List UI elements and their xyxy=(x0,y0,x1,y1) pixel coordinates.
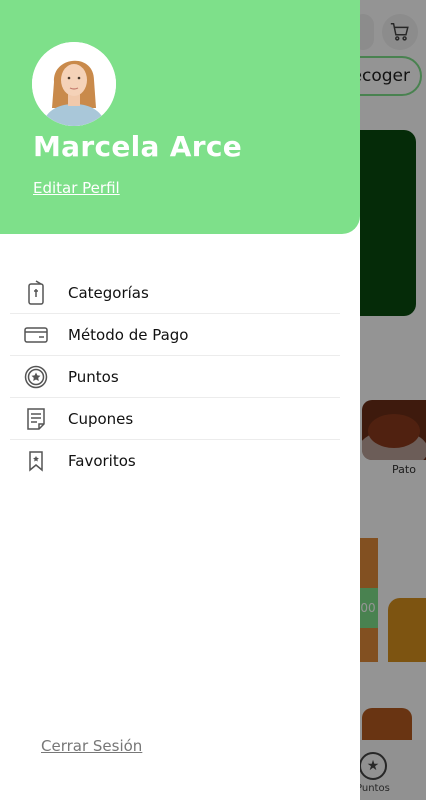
user-photo xyxy=(32,42,116,126)
menu-item-puntos[interactable]: Puntos xyxy=(10,356,340,398)
edit-profile-link[interactable]: Editar Perfil xyxy=(33,179,120,197)
menu-item-metodo-de-pago[interactable]: Método de Pago xyxy=(10,314,340,356)
menu-item-label: Método de Pago xyxy=(68,325,189,344)
menu-item-label: Cupones xyxy=(68,409,134,428)
bookmark-icon xyxy=(22,447,50,475)
drawer-menu: Categorías Método de Pago Puntos Cupones… xyxy=(10,272,340,482)
menu-item-label: Categorías xyxy=(68,283,149,302)
drawer-header: Marcela Arce Editar Perfil xyxy=(0,0,360,234)
menu-item-label: Puntos xyxy=(68,367,119,386)
coupon-icon xyxy=(22,405,50,433)
phone-card-icon xyxy=(22,279,50,307)
credit-card-icon xyxy=(22,321,50,349)
menu-item-label: Favoritos xyxy=(68,452,136,470)
user-name: Marcela Arce xyxy=(33,130,243,163)
avatar[interactable] xyxy=(32,42,116,126)
navigation-drawer: Marcela Arce Editar Perfil Categorías Mé… xyxy=(0,0,360,800)
logout-link[interactable]: Cerrar Sesión xyxy=(41,737,142,755)
menu-item-cupones[interactable]: Cupones xyxy=(10,398,340,440)
menu-item-favoritos[interactable]: Favoritos xyxy=(10,440,340,482)
star-badge-icon xyxy=(22,363,50,391)
menu-item-categorias[interactable]: Categorías xyxy=(10,272,340,314)
